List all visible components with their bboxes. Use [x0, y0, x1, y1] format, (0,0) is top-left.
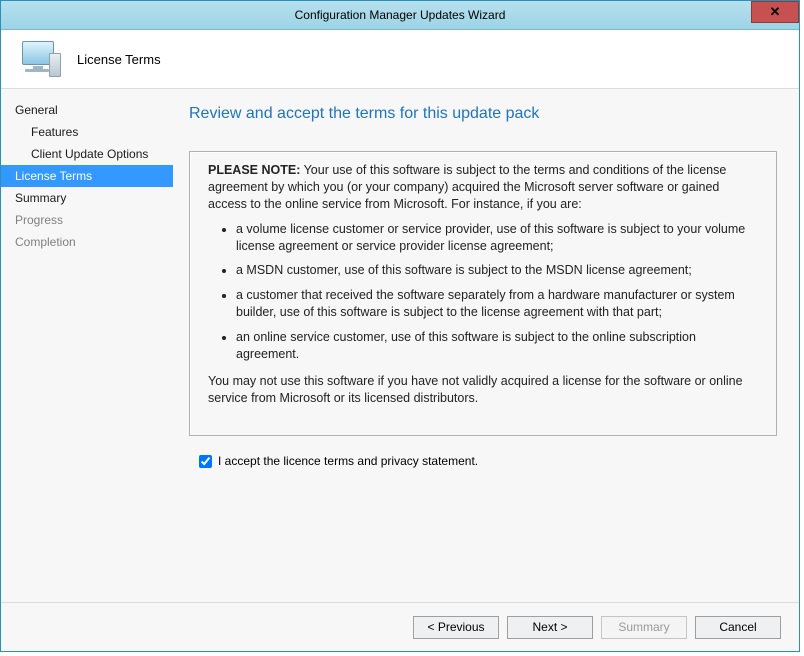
wizard-window: Configuration Manager Updates Wizard ✕ L… [0, 0, 800, 652]
summary-button[interactable]: Summary [601, 616, 687, 639]
cancel-button[interactable]: Cancel [695, 616, 781, 639]
note-footer: You may not use this software if you hav… [208, 373, 758, 407]
license-bullet: a volume license customer or service pro… [236, 221, 758, 255]
license-bullet: an online service customer, use of this … [236, 329, 758, 363]
license-terms-box: PLEASE NOTE: Your use of this software i… [189, 151, 777, 436]
close-icon: ✕ [770, 4, 781, 20]
close-button[interactable]: ✕ [751, 1, 799, 23]
next-button[interactable]: Next > [507, 616, 593, 639]
sidebar-item-progress: Progress [1, 209, 173, 231]
window-title: Configuration Manager Updates Wizard [1, 8, 799, 22]
accept-label[interactable]: I accept the licence terms and privacy s… [218, 454, 478, 468]
main-panel: Review and accept the terms for this upd… [173, 89, 799, 602]
header-label: License Terms [77, 52, 161, 67]
sidebar-item-client-update-options[interactable]: Client Update Options [1, 143, 173, 165]
note-label: PLEASE NOTE: [208, 163, 300, 177]
license-bullets: a volume license customer or service pro… [208, 221, 758, 363]
sidebar-item-general[interactable]: General [1, 99, 173, 121]
titlebar: Configuration Manager Updates Wizard ✕ [1, 1, 799, 30]
sidebar-item-license-terms[interactable]: License Terms [1, 165, 173, 187]
computer-icon [19, 39, 59, 79]
accept-checkbox[interactable] [199, 455, 212, 468]
license-bullet: a customer that received the software se… [236, 287, 758, 321]
license-bullet: a MSDN customer, use of this software is… [236, 262, 758, 279]
header: License Terms [1, 30, 799, 88]
sidebar-item-completion: Completion [1, 231, 173, 253]
accept-row: I accept the licence terms and privacy s… [189, 454, 777, 468]
footer: < Previous Next > Summary Cancel [1, 602, 799, 651]
body: GeneralFeaturesClient Update OptionsLice… [1, 88, 799, 602]
previous-button[interactable]: < Previous [413, 616, 499, 639]
sidebar: GeneralFeaturesClient Update OptionsLice… [1, 89, 173, 602]
sidebar-item-features[interactable]: Features [1, 121, 173, 143]
sidebar-item-summary[interactable]: Summary [1, 187, 173, 209]
page-title: Review and accept the terms for this upd… [189, 105, 777, 123]
